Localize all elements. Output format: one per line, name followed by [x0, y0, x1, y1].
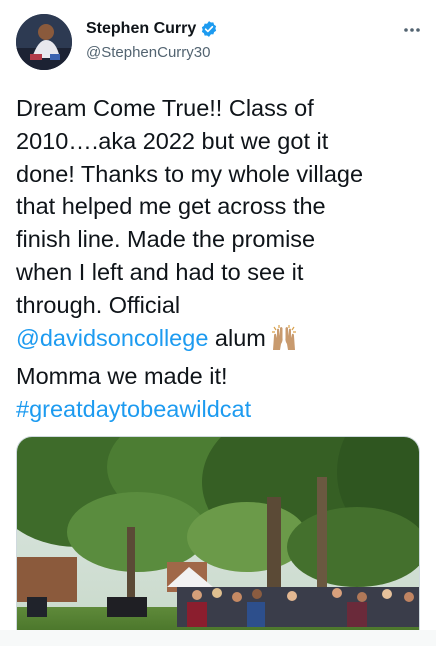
tweet-line: Dream Come True!! Class of: [16, 95, 314, 121]
campus-photo-image: [17, 437, 419, 646]
author-name-row: Stephen Curry: [86, 20, 218, 38]
mention-link[interactable]: @davidsoncollege: [16, 325, 208, 351]
mention-line: @davidsoncollege alum: [16, 322, 420, 361]
more-horizontal-icon[interactable]: [400, 18, 424, 42]
hashtag-line: #greatdaytobeawildcat: [16, 393, 420, 426]
tweet-line: finish line. Made the promise: [16, 226, 316, 253]
avatar[interactable]: [16, 14, 72, 70]
tweet-line: when I left and had to see it: [16, 258, 304, 285]
profile-avatar-image: [16, 14, 72, 70]
author-name[interactable]: Stephen Curry: [86, 20, 196, 38]
tweet-media-photo[interactable]: [16, 436, 420, 646]
tweet-line: that helped me get across the: [16, 193, 326, 220]
raising-hands-emoji-icon: [270, 324, 298, 361]
author-handle[interactable]: @StephenCurry30: [86, 44, 210, 61]
hashtag-link[interactable]: #greatdaytobeawildcat: [16, 396, 251, 422]
tweet-line: 2010….aka 2022 but we got it: [16, 127, 329, 154]
tweet-line: through. Official: [16, 291, 181, 318]
verified-badge-icon: [200, 20, 218, 38]
tweet-line: Momma we made it!: [16, 363, 228, 390]
tweet: Stephen Curry @StephenCurry30 Dream Come…: [0, 0, 436, 646]
bottom-divider: [0, 630, 436, 646]
tweet-line: done! Thanks to my whole village: [16, 160, 364, 187]
tweet-text: Dream Come True!! Class of 2010….aka 202…: [16, 92, 420, 426]
mention-suffix: alum: [208, 324, 266, 351]
